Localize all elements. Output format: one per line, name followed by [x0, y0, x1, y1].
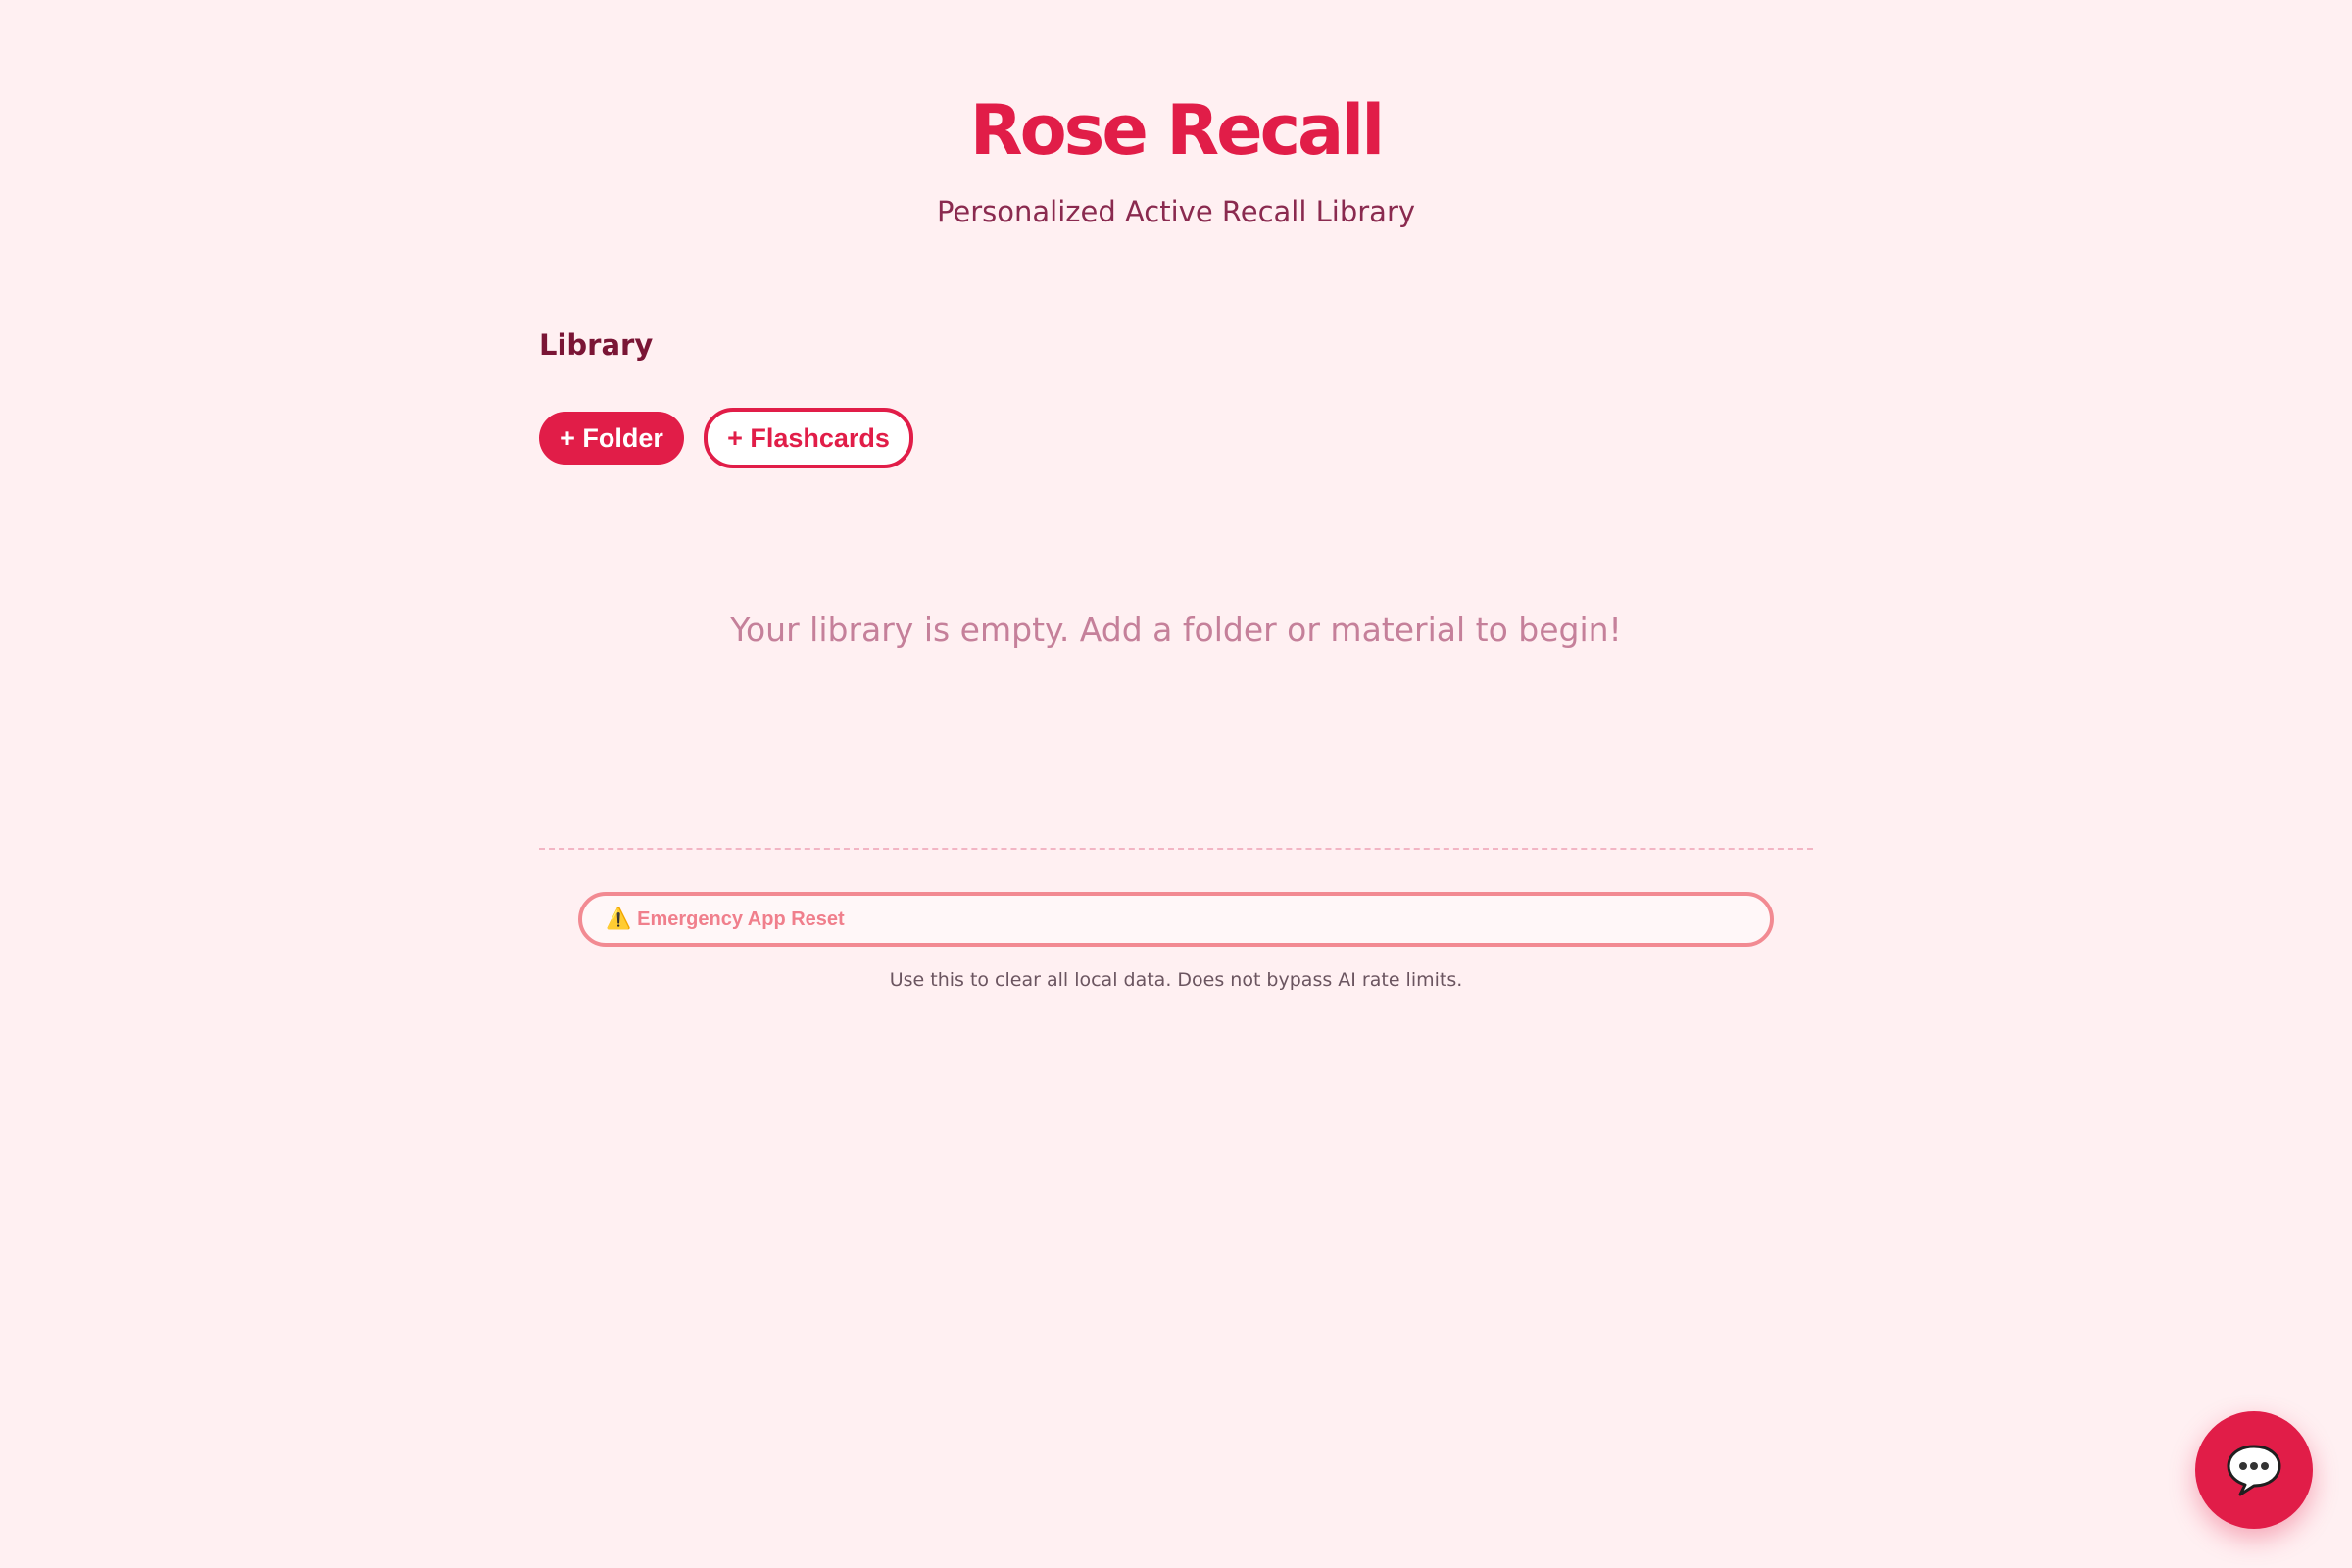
section-divider [539, 848, 1813, 850]
emergency-reset-button[interactable]: ⚠️ Emergency App Reset [578, 892, 1774, 947]
add-folder-button[interactable]: + Folder [539, 412, 684, 465]
chat-bubble-icon [2225, 1443, 2283, 1497]
app-subtitle: Personalized Active Recall Library [936, 195, 1416, 228]
add-flashcards-button[interactable]: + Flashcards [704, 408, 913, 468]
app-title: Rose Recall [969, 90, 1386, 171]
empty-library-message: Your library is empty. Add a folder or m… [730, 611, 1622, 649]
emergency-reset-label: Emergency App Reset [637, 907, 845, 930]
library-heading: Library [539, 328, 654, 362]
reset-note: Use this to clear all local data. Does n… [889, 969, 1463, 991]
warning-icon: ⚠️ [606, 907, 632, 930]
chat-button[interactable] [2195, 1411, 2313, 1529]
